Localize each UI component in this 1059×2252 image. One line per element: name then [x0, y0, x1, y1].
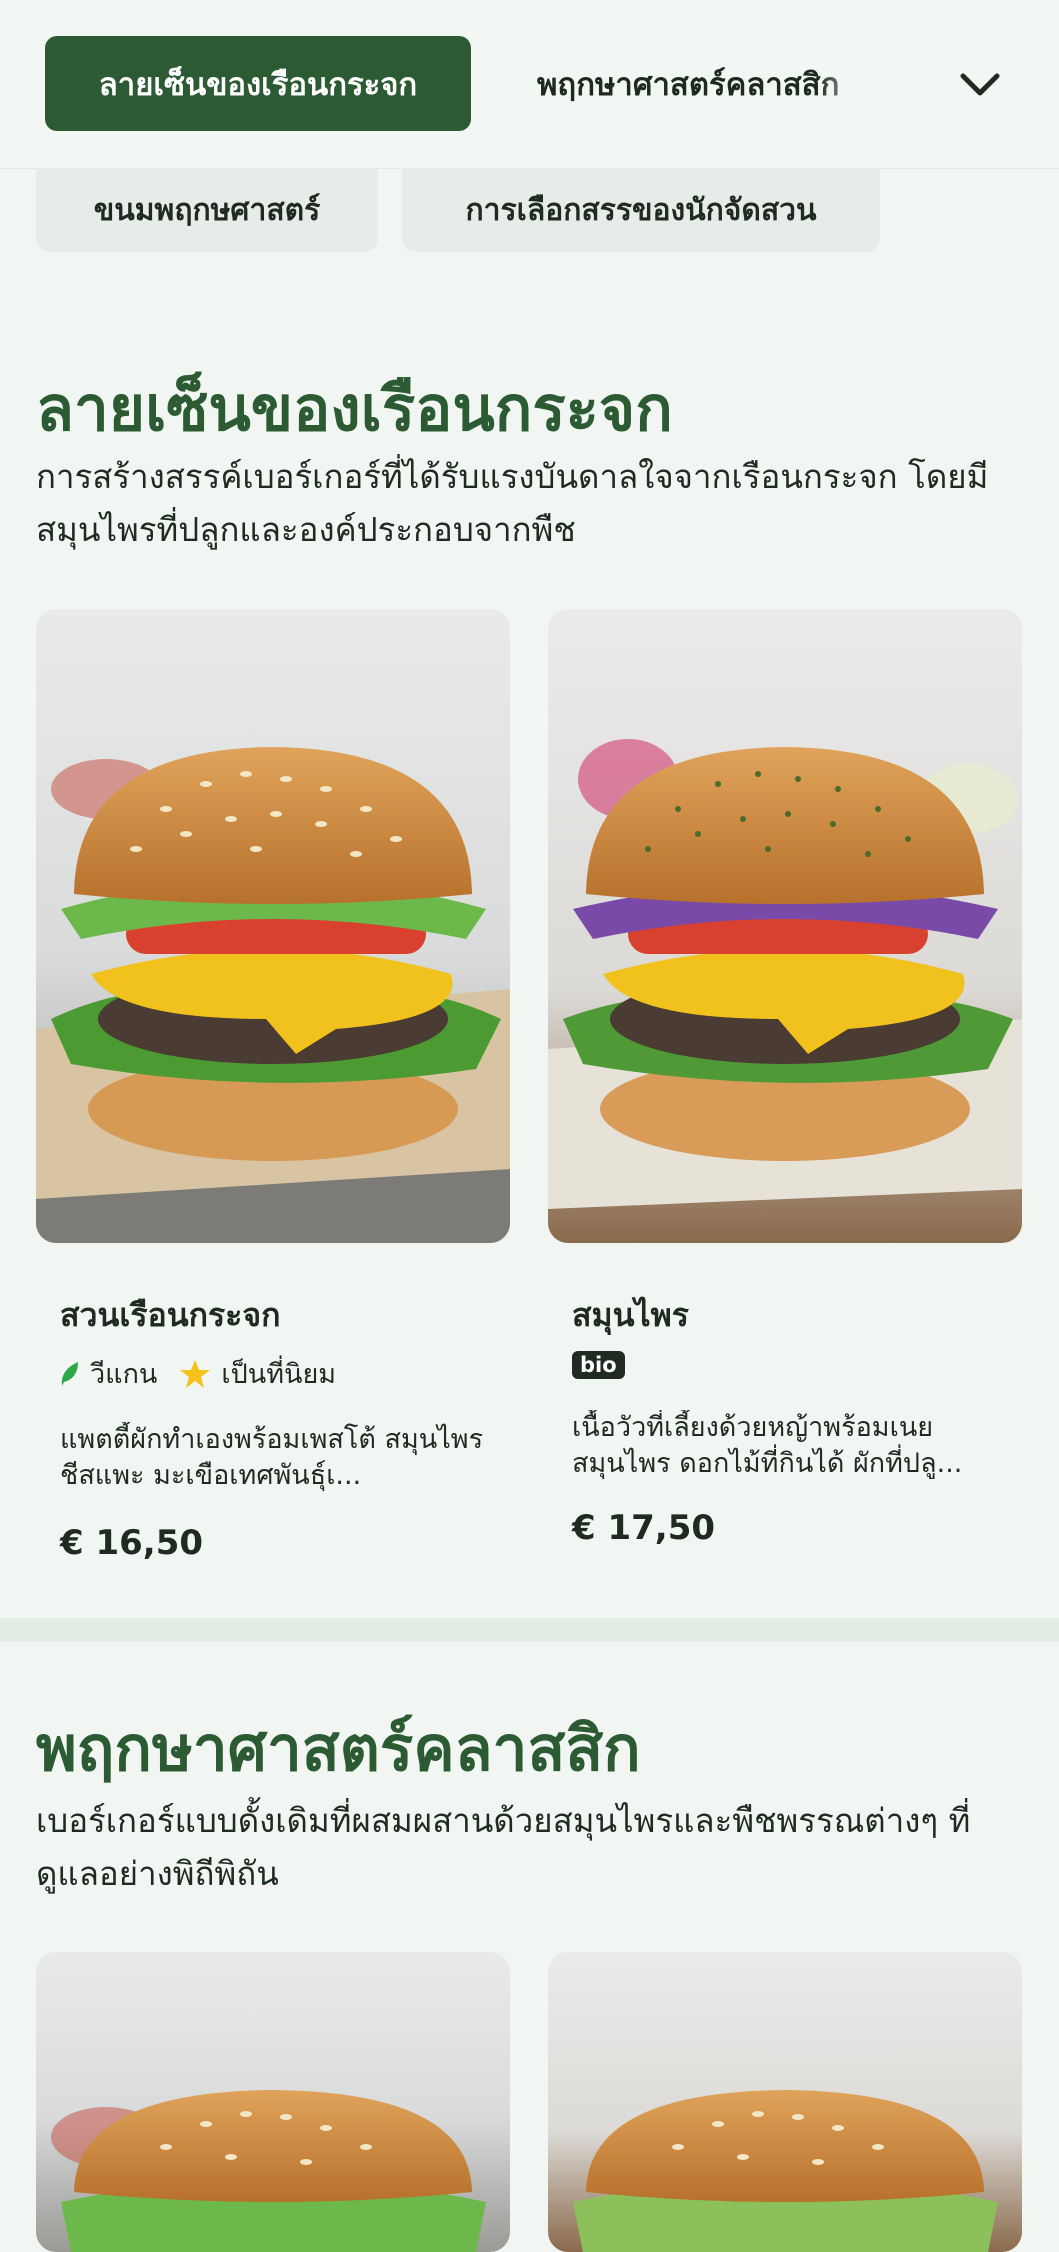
- tag-popular: เป็นที่นิยม: [221, 1359, 337, 1390]
- tab-fade-overlay: [817, 36, 877, 131]
- tab-gardener-selection[interactable]: การเลือกสรรของนักจัดสวน: [402, 168, 880, 252]
- item-description: เนื้อวัวที่เลี้ยงด้วยหญ้าพร้อมเนย สมุนไพ…: [572, 1412, 963, 1479]
- leaf-icon: [61, 1361, 78, 1386]
- burger-image-herbs[interactable]: [548, 609, 1022, 1243]
- tab-classic-label: พฤกษาศาสตร์คลาสสิก: [537, 66, 840, 103]
- chevron-down-icon[interactable]: [955, 60, 1005, 110]
- burger-illustration: [36, 1952, 510, 2252]
- category-nav: ลายเซ็นของเรือนกระจก พฤกษาศาสตร์คลาสสิก: [0, 0, 1059, 169]
- section-description: เบอร์เกอร์แบบดั้งเดิมที่ผสมผสานด้วยสมุนไ…: [36, 1801, 971, 1893]
- star-icon: [180, 1359, 211, 1388]
- burger-image[interactable]: [548, 1952, 1022, 2252]
- tab-classic-botanicals[interactable]: พฤกษาศาสตร์คลาสสิก: [537, 36, 877, 131]
- burger-image-greenhouse-garden[interactable]: [36, 609, 510, 1243]
- item-name[interactable]: สมุนไพร: [572, 1290, 689, 1341]
- burger-illustration: [548, 609, 1022, 1243]
- item-price: € 17,50: [572, 1508, 716, 1548]
- tag-vegan: วีแกน: [90, 1359, 158, 1390]
- section-description: การสร้างสรรค์เบอร์เกอร์ที่ได้รับแรงบันดา…: [36, 457, 989, 549]
- item-price: € 16,50: [60, 1523, 204, 1563]
- item-name[interactable]: สวนเรือนกระจก: [60, 1290, 280, 1341]
- section-title: ลายเซ็นของเรือนกระจก: [36, 372, 673, 445]
- tab-botanical-snacks[interactable]: ขนมพฤกษศาสตร์: [36, 168, 378, 252]
- tab-signature[interactable]: ลายเซ็นของเรือนกระจก: [45, 36, 471, 131]
- item-description: แพตตี้ผักทำเองพร้อมเพสโต้ สมุนไพร ชีสแพะ…: [60, 1424, 484, 1491]
- section-title: พฤกษาศาสตร์คลาสสิก: [36, 1712, 641, 1785]
- bio-badge: bio: [572, 1351, 625, 1379]
- section-divider: [0, 1618, 1059, 1642]
- burger-illustration: [36, 609, 510, 1243]
- burger-illustration: [548, 1952, 1022, 2252]
- item-tags: วีแกน เป็นที่นิยม: [58, 1352, 336, 1395]
- burger-image[interactable]: [36, 1952, 510, 2252]
